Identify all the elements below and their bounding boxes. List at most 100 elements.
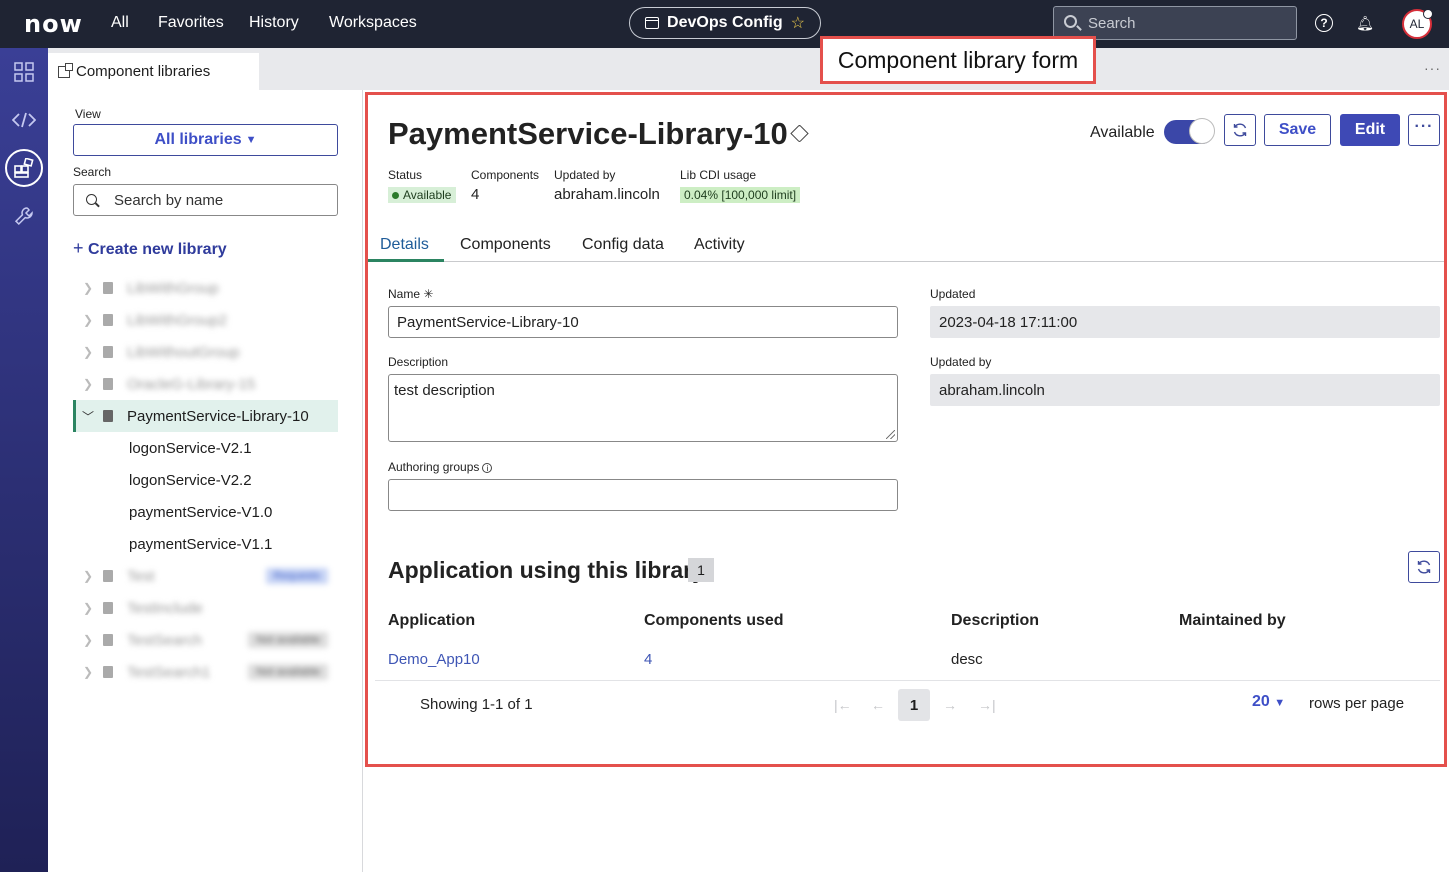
rows-per-page-label: rows per page [1309,695,1405,712]
avatar[interactable]: AL [1402,9,1433,39]
component-item[interactable]: logonService-V2.2 [129,464,252,496]
book-icon [103,666,113,678]
updated-label: Updated [930,287,976,301]
avatar-initials: AL [1409,17,1425,31]
book-icon [103,346,113,358]
tree-item[interactable]: ❯ LibWithoutGroup [73,336,338,368]
component-item[interactable]: paymentService-V1.0 [129,496,272,528]
pagination-summary: Showing 1-1 of 1 [420,696,533,713]
refresh-icon [1233,123,1247,137]
nav-history[interactable]: History [249,14,299,32]
previous-page-icon[interactable]: ← [871,697,885,713]
help-icon[interactable]: ? [1315,14,1333,32]
tree-item[interactable]: ❯ Test Requests [73,560,338,592]
refresh-apps-button[interactable] [1408,551,1440,583]
name-label: Name ✳ [388,287,433,301]
more-tabs-icon[interactable]: ··· [1424,60,1441,76]
column-header[interactable]: Components used [644,612,784,630]
authoring-groups-field[interactable] [388,479,898,511]
edit-button[interactable]: Edit [1340,114,1400,146]
wrench-icon[interactable] [0,196,48,236]
tabs-divider [368,261,1444,262]
bell-icon[interactable]: 🔔︎ [1356,14,1374,32]
code-icon[interactable] [0,100,48,140]
nav-favorites[interactable]: Favorites [158,14,224,32]
tree-item[interactable]: ❯ TestSearch Not available [73,624,338,656]
book-icon [103,570,113,582]
nav-all[interactable]: All [111,14,129,32]
tree-item[interactable]: ❯ TestInclude [73,592,338,624]
save-button[interactable]: Save [1264,114,1331,146]
chevron-right-icon: ❯ [82,665,94,679]
component-item[interactable]: logonService-V2.1 [129,432,252,464]
tab-components[interactable]: Components [460,236,551,254]
updated-by-label: Updated by [554,168,616,182]
authoring-groups-label-text: Authoring groups [388,460,480,474]
servicenow-logo[interactable]: now [24,10,83,38]
library-search-input[interactable]: Search by name [73,184,338,216]
nav-workspaces[interactable]: Workspaces [329,14,417,32]
authoring-groups-label: Authoring groups i [388,460,493,474]
last-page-icon[interactable]: →| [978,697,996,713]
column-header[interactable]: Description [951,612,1039,630]
components-used-link[interactable]: 4 [644,651,652,668]
create-library-button[interactable]: + Create new library [73,238,227,259]
tab-details[interactable]: Details [380,236,429,254]
tab-label: Component libraries [76,63,211,80]
book-icon [103,314,113,326]
app-name: DevOps Config [667,14,783,31]
rows-per-page-select[interactable]: 20 ▼ [1252,693,1285,711]
app-scope-pill[interactable]: DevOps Config ☆ [629,7,821,39]
left-rail [0,48,48,872]
chevron-down-icon[interactable]: ﹀ [73,408,103,425]
available-toggle[interactable] [1164,118,1215,144]
info-icon[interactable]: i [482,462,493,473]
tree-item-label: Test [127,567,155,585]
tree-item[interactable]: ❯ LibWithGroup2 [73,304,338,336]
more-actions-button[interactable]: ··· [1408,114,1440,146]
app-link[interactable]: Demo_App10 [388,651,480,668]
tab-component-libraries[interactable]: Component libraries [48,53,259,90]
required-asterisk-icon: ✳ [423,287,434,301]
status-badge: Not available [248,632,328,648]
component-library-icon[interactable] [0,148,48,188]
global-search-input[interactable]: Search [1053,6,1297,40]
tree-item-label: TestInclude [127,599,203,617]
app-description: desc [951,651,983,668]
search-icon [1064,15,1077,28]
caret-down-icon: ▼ [245,134,257,146]
chevron-right-icon: ❯ [82,313,94,327]
plus-icon: + [73,238,84,258]
refresh-button[interactable] [1224,114,1256,146]
tree-item-label: LibWithGroup [127,279,219,297]
column-header[interactable]: Maintained by [1179,612,1286,630]
column-header[interactable]: Application [388,612,475,630]
annotation-callout: Component library form [820,36,1096,84]
next-page-icon[interactable]: → [943,697,957,713]
component-item[interactable]: paymentService-V1.1 [129,528,272,560]
current-page[interactable]: 1 [898,689,930,721]
tree-item-selected[interactable]: ﹀ PaymentService-Library-10 [73,400,338,432]
star-icon[interactable]: ☆ [791,13,805,33]
view-label: View [75,107,101,121]
tree-item[interactable]: ❯ OracleG-Library-15 [73,368,338,400]
toggle-knob [1189,118,1215,144]
row-divider [375,680,1440,681]
tree-item[interactable]: ❯ LibWithGroup [73,272,338,304]
description-field[interactable]: test description [388,374,898,442]
active-tab-indicator [368,259,444,262]
name-field[interactable]: PaymentService-Library-10 [388,306,898,338]
book-icon [103,378,113,390]
book-icon [103,410,113,422]
status-badge: Not available [248,664,328,680]
updated-field: 2023-04-18 17:11:00 [930,306,1440,338]
first-page-icon[interactable]: |← [834,697,852,713]
grid-icon[interactable] [0,52,48,92]
tab-config-data[interactable]: Config data [582,236,664,254]
cdi-usage-badge: 0.04% [100,000 limit] [680,187,801,203]
view-value: All libraries [154,131,242,148]
tree-item-label: TestSearch [127,631,203,649]
view-filter-dropdown[interactable]: All libraries ▼ [73,124,338,156]
tree-item[interactable]: ❯ TestSearch1 Not available [73,656,338,688]
tab-activity[interactable]: Activity [694,236,745,254]
